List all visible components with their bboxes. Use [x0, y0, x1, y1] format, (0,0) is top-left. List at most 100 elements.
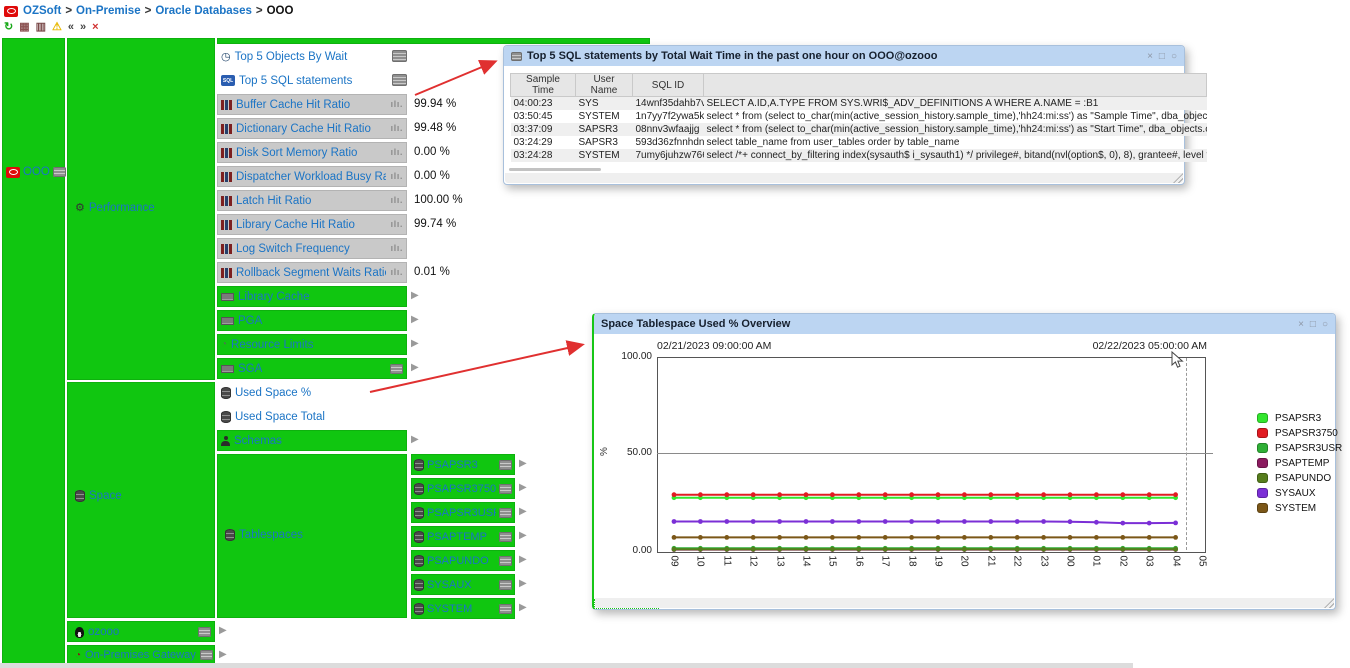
data-point[interactable] [856, 535, 861, 540]
expand-caret[interactable]: ▶ [411, 315, 419, 325]
data-point[interactable] [804, 535, 809, 540]
data-point[interactable] [856, 547, 861, 552]
expand-caret[interactable]: ▶ [519, 603, 527, 613]
row-pga[interactable]: PGA [217, 310, 407, 331]
legend-item[interactable]: SYSAUX [1257, 488, 1342, 498]
row-latch-hit-ratio[interactable]: Latch Hit Ratio ılı. [217, 190, 407, 211]
cell-database-ooo[interactable]: OOO [2, 38, 65, 665]
data-point[interactable] [1147, 547, 1152, 552]
table-view-icon[interactable] [499, 604, 512, 614]
data-point[interactable] [1015, 492, 1020, 497]
topology-link-icon[interactable]: ▥ [36, 21, 46, 34]
data-point[interactable] [1068, 535, 1073, 540]
close-icon[interactable]: × [1147, 51, 1153, 62]
data-point[interactable] [672, 535, 677, 540]
table-view-icon[interactable] [499, 460, 512, 470]
data-point[interactable] [1173, 535, 1178, 540]
data-point[interactable] [883, 492, 888, 497]
data-point[interactable] [724, 492, 729, 497]
expand-caret[interactable]: ▶ [219, 650, 227, 660]
open-table-icon[interactable] [392, 50, 407, 62]
table-view-icon[interactable] [499, 556, 512, 566]
data-point[interactable] [909, 519, 914, 524]
expand-caret[interactable]: ▶ [519, 579, 527, 589]
row-dictionary-cache-hit-ratio[interactable]: Dictionary Cache Hit Ratio ılı. [217, 118, 407, 139]
expand-all-icon[interactable]: » [80, 21, 86, 34]
popup-titlebar[interactable]: Top 5 SQL statements by Total Wait Time … [504, 46, 1184, 66]
data-point[interactable] [1120, 521, 1125, 526]
data-point[interactable] [1041, 535, 1046, 540]
sql-row[interactable]: 03:37:09SAPSR308nnv3wfaajjgselect * from… [511, 123, 1207, 136]
table-view-icon[interactable] [499, 532, 512, 542]
cell-performance[interactable]: ⚙ Performance [67, 38, 215, 380]
row-log-switch-frequency[interactable]: Log Switch Frequency ılı. [217, 238, 407, 259]
table-view-icon[interactable] [499, 484, 512, 494]
data-point[interactable] [962, 535, 967, 540]
sql-row[interactable]: 03:24:28SYSTEM7umy6juhzw766select /*+ co… [511, 149, 1207, 162]
expand-caret[interactable]: ▶ [411, 291, 419, 301]
data-point[interactable] [909, 492, 914, 497]
cell-gateway[interactable]: ◔ On-Premises Gateway [67, 645, 215, 665]
sql-col-header[interactable]: User Name [576, 74, 633, 97]
row-used-space-pct[interactable]: Used Space % [217, 382, 407, 403]
table-view-icon[interactable] [499, 580, 512, 590]
table-view-icon[interactable] [53, 167, 66, 177]
row-buffer-cache-hit-ratio[interactable]: Buffer Cache Hit Ratio ılı. [217, 94, 407, 115]
data-point[interactable] [777, 492, 782, 497]
cell-space[interactable]: Space [67, 382, 215, 618]
breadcrumb-item[interactable]: On-Premise [76, 5, 141, 17]
legend-item[interactable]: PSAPUNDO [1257, 473, 1342, 483]
row-tablespace-sysaux[interactable]: SYSAUX [411, 574, 515, 595]
expand-caret[interactable]: ▶ [411, 363, 419, 373]
table-view-icon[interactable] [499, 508, 512, 518]
data-point[interactable] [962, 492, 967, 497]
data-point[interactable] [936, 547, 941, 552]
sql-col-header[interactable]: Sample Time [511, 74, 576, 97]
sql-col-header[interactable] [704, 74, 1207, 97]
data-point[interactable] [988, 492, 993, 497]
data-point[interactable] [1173, 547, 1178, 552]
row-top5-objects-by-wait[interactable]: ◷ Top 5 Objects By Wait [217, 46, 407, 67]
data-point[interactable] [830, 492, 835, 497]
line-chart[interactable] [657, 357, 1204, 551]
topology-icon[interactable]: ▦ [19, 21, 29, 34]
row-tablespace-psapsr3750[interactable]: PSAPSR3750 [411, 478, 515, 499]
row-used-space-total[interactable]: Used Space Total [217, 406, 407, 427]
pin-icon[interactable]: ○ [1322, 319, 1328, 330]
data-point[interactable] [1041, 492, 1046, 497]
data-point[interactable] [1041, 519, 1046, 524]
row-sga[interactable]: SGA [217, 358, 407, 379]
legend-item[interactable]: PSAPSR3750 [1257, 428, 1342, 438]
data-point[interactable] [883, 547, 888, 552]
data-point[interactable] [830, 519, 835, 524]
data-point[interactable] [777, 535, 782, 540]
data-point[interactable] [751, 535, 756, 540]
row-resource-limits[interactable]: ◔ Resource Limits [217, 334, 407, 355]
row-top5-sql-statements[interactable]: SQL Top 5 SQL statements [217, 70, 407, 91]
table-view-icon[interactable] [390, 364, 403, 374]
data-point[interactable] [856, 492, 861, 497]
data-point[interactable] [1147, 521, 1152, 526]
sparkline-icon[interactable]: ılı. [390, 267, 403, 278]
row-tablespace-psapundo[interactable]: PSAPUNDO [411, 550, 515, 571]
sql-row[interactable]: 03:50:45SYSTEM1n7yy7f2ywa5kselect * from… [511, 110, 1207, 123]
data-point[interactable] [1173, 521, 1178, 526]
popup-titlebar[interactable]: Space Tablespace Used % Overview × □ ○ [594, 314, 1335, 334]
data-point[interactable] [988, 547, 993, 552]
sparkline-icon[interactable]: ılı. [390, 123, 403, 134]
row-library-cache[interactable]: Library Cache [217, 286, 407, 307]
data-point[interactable] [698, 547, 703, 552]
expand-caret[interactable]: ▶ [519, 555, 527, 565]
expand-caret[interactable]: ▶ [219, 626, 227, 636]
data-point[interactable] [909, 547, 914, 552]
legend-item[interactable]: PSAPSR3 [1257, 413, 1342, 423]
row-rollback-segment-waits-ratio[interactable]: Rollback Segment Waits Ratio ılı. [217, 262, 407, 283]
legend-item[interactable]: PSAPTEMP [1257, 458, 1342, 468]
legend-item[interactable]: PSAPSR3USR [1257, 443, 1342, 453]
row-disk-sort-memory-ratio[interactable]: Disk Sort Memory Ratio ılı. [217, 142, 407, 163]
sparkline-icon[interactable]: ılı. [390, 219, 403, 230]
data-point[interactable] [1094, 535, 1099, 540]
data-point[interactable] [724, 519, 729, 524]
data-point[interactable] [1120, 547, 1125, 552]
cell-tablespaces[interactable]: Tablespaces [217, 454, 407, 618]
